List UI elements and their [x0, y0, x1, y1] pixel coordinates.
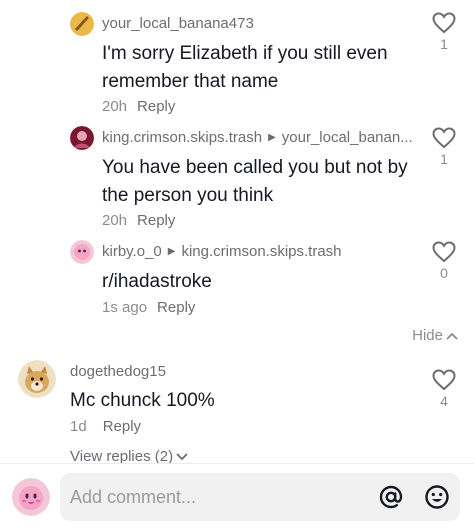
chevron-up-icon	[446, 332, 458, 340]
comment-meta: 20h Reply	[102, 212, 175, 229]
emoji-icon[interactable]	[424, 484, 450, 510]
comment-username[interactable]: king.crimson.skips.trash ▶ your_local_ba…	[102, 129, 413, 146]
comment-composer	[0, 464, 474, 530]
avatar[interactable]	[70, 12, 94, 36]
comment-meta: 1d Reply	[70, 418, 141, 435]
comment-text-line: the person you think	[102, 185, 274, 206]
like-count: 1	[440, 36, 448, 52]
heart-outline-icon	[432, 241, 456, 263]
comment-meta: 1s ago Reply	[102, 299, 195, 316]
avatar[interactable]	[70, 240, 94, 264]
heart-outline-icon	[432, 369, 456, 391]
reply-button[interactable]: Reply	[103, 418, 141, 435]
reply-to-username[interactable]: king.crimson.skips.trash	[181, 243, 341, 260]
like-count: 1	[440, 151, 448, 167]
comment-text: I'm sorry Elizabeth if you still even re…	[102, 40, 422, 96]
comment-text-line: r/ihadastroke	[102, 271, 212, 292]
username-text[interactable]: your_local_banana473	[102, 15, 254, 32]
comment-text-line: I'm sorry Elizabeth if you still even	[102, 43, 388, 64]
hide-replies-button[interactable]: Hide	[412, 327, 458, 344]
heart-outline-icon	[432, 12, 456, 34]
reply-to-username[interactable]: your_local_banan...	[282, 129, 413, 146]
avatar[interactable]	[12, 478, 50, 516]
comment-input[interactable]	[70, 473, 370, 521]
comment-text-line: Mc chunck 100%	[70, 390, 215, 411]
hide-label[interactable]: Hide	[412, 327, 443, 344]
comment-input-container	[60, 473, 460, 521]
like-count: 0	[440, 265, 448, 281]
reply-button[interactable]: Reply	[137, 98, 175, 115]
comment-meta: 20h Reply	[102, 98, 175, 115]
like-button[interactable]: 1	[429, 12, 459, 52]
reply-button[interactable]: Reply	[157, 299, 195, 316]
reply-button[interactable]: Reply	[137, 212, 175, 229]
avatar[interactable]	[18, 360, 56, 398]
like-count: 4	[440, 393, 448, 409]
at-icon[interactable]	[378, 484, 404, 510]
comment-time: 20h	[102, 212, 128, 229]
heart-outline-icon	[432, 127, 456, 149]
comment-text-line: You have been called you but not by	[102, 157, 408, 178]
chevron-down-icon	[176, 452, 188, 460]
comment-text: You have been called you but not by the …	[102, 154, 422, 210]
like-button[interactable]: 0	[429, 241, 459, 281]
triangle-right-icon: ▶	[268, 132, 276, 143]
comment-time: 1s ago	[102, 299, 148, 316]
username-text[interactable]: king.crimson.skips.trash	[102, 129, 262, 146]
comment-time: 1d	[70, 418, 87, 435]
like-button[interactable]: 4	[429, 369, 459, 409]
triangle-right-icon: ▶	[167, 246, 176, 257]
comment-username[interactable]: your_local_banana473	[102, 15, 254, 32]
comment-text: Mc chunck 100%	[70, 387, 410, 415]
comment-username[interactable]: kirby.o_0 ▶ king.crimson.skips.trash	[102, 243, 342, 260]
username-text[interactable]: dogethedog15	[70, 363, 166, 380]
like-button[interactable]: 1	[429, 127, 459, 167]
username-text[interactable]: kirby.o_0	[102, 243, 162, 260]
comment-time: 20h	[102, 98, 128, 115]
comment-text-line: remember that name	[102, 71, 279, 92]
comment-username[interactable]: dogethedog15	[70, 363, 166, 380]
avatar[interactable]	[70, 126, 94, 150]
comment-text: r/ihadastroke	[102, 268, 422, 296]
